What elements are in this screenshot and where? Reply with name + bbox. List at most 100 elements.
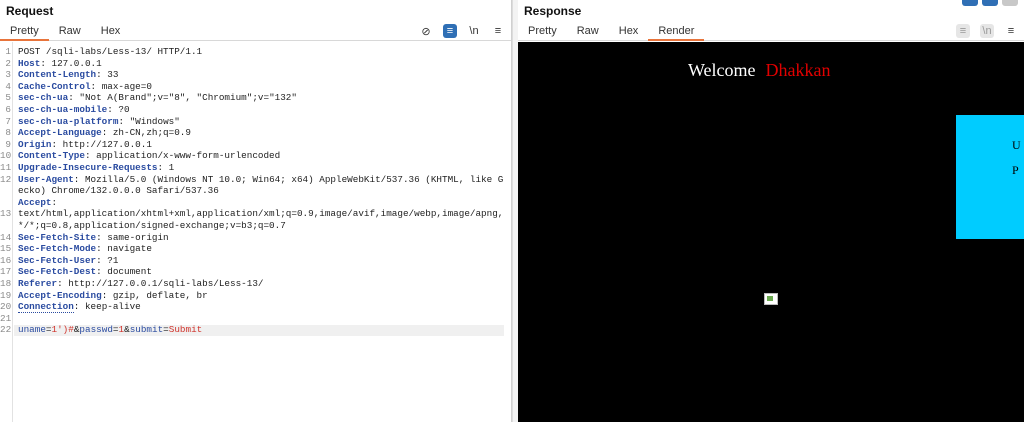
line-number: 1: [5, 46, 11, 57]
line-number: 8: [5, 127, 11, 139]
code-text: Sec-Fetch-User: ?1: [18, 255, 505, 267]
code-text: sec-ch-ua-mobile: ?0: [18, 104, 505, 116]
response-title: Response: [524, 4, 582, 18]
request-tabs: Pretty Raw Hex ⊘ ≡ \n ≡: [0, 22, 511, 41]
header-name: Accept: [18, 196, 52, 208]
newline-icon[interactable]: \n: [467, 24, 481, 38]
header-value: : navigate: [96, 243, 152, 255]
code-line: 19 Accept-Encoding: gzip, deflate, br: [0, 290, 511, 302]
request-editor[interactable]: 1 POST /sqli-labs/Less-13/ HTTP/1.1 2 Host:…: [0, 42, 511, 422]
line-number: 6: [5, 104, 11, 115]
panel-letter-p: P: [1012, 163, 1019, 177]
code-line: 9 Origin: http://127.0.0.1: [0, 139, 511, 151]
header-value: : max-age=0: [90, 80, 152, 92]
newline-icon[interactable]: \n: [980, 24, 994, 38]
header-value: : http://127.0.0.1/sqli-labs/Less-13/: [57, 278, 264, 289]
code-line: 3 Content-Length: 33: [0, 69, 511, 81]
line-number: 20: [0, 301, 12, 313]
header-name: Sec-Fetch-User: [18, 254, 97, 266]
tab-hex[interactable]: Hex: [91, 22, 131, 40]
header-value: : zh-CN,zh;q=0.9: [101, 127, 191, 139]
header-value: : "Windows": [118, 115, 180, 127]
header-name: Origin: [18, 138, 52, 150]
login-form-panel: U P: [956, 115, 1024, 239]
line-number: 16: [0, 254, 12, 266]
code-line: 13 Accept: text/html,application/xhtml+xm…: [0, 197, 511, 232]
line-number: 7: [5, 115, 11, 127]
code-line: 6 sec-ch-ua-mobile: ?0: [0, 104, 511, 116]
request-pane: Request Pretty Raw Hex ⊘ ≡ \n ≡ 1 POST /s…: [0, 0, 512, 422]
line-number: 5: [5, 92, 11, 104]
line-number: 4: [5, 80, 11, 92]
header-name: Host: [18, 57, 41, 69]
code-line: 18 Referer: http://127.0.0.1/sqli-labs/Le…: [0, 278, 511, 290]
header-name: Referer: [18, 278, 58, 289]
code-text: Content-Type: application/x-www-form-url…: [18, 150, 505, 162]
header-name: sec-ch-ua-mobile: [18, 104, 108, 115]
menu-icon[interactable]: ≡: [491, 24, 505, 38]
code-line: 7 sec-ch-ua-platform: "Windows": [0, 116, 511, 128]
code-text: Content-Length: 33: [18, 69, 505, 81]
header-name: Sec-Fetch-Site: [18, 231, 97, 243]
tab-raw[interactable]: Raw: [567, 22, 609, 40]
code-text: Host: 127.0.0.1: [18, 58, 505, 70]
code-line: 20 Connection: keep-alive: [0, 301, 511, 314]
code-line: 5 sec-ch-ua: "Not A(Brand";v="8", "Chromi…: [0, 92, 511, 104]
code-text: Accept: text/html,application/xhtml+xml,…: [18, 197, 505, 232]
header-value: : gzip, deflate, br: [101, 289, 208, 301]
header-value: : same-origin: [96, 231, 169, 243]
line-number: 21: [0, 312, 12, 324]
tab-raw[interactable]: Raw: [49, 22, 91, 40]
param-value: 1')#: [51, 324, 74, 336]
code-text: Upgrade-Insecure-Requests: 1: [18, 162, 505, 174]
line-number: 10: [0, 150, 12, 162]
broken-image-icon: [764, 293, 778, 305]
tab-pretty[interactable]: Pretty: [0, 22, 49, 41]
param-name: passwd: [79, 324, 113, 336]
menu-icon[interactable]: ≡: [1004, 24, 1018, 38]
code-line: 10 Content-Type: application/x-www-form-u…: [0, 150, 511, 162]
wrap-lines-icon[interactable]: ≡: [956, 24, 970, 38]
tab-render[interactable]: Render: [648, 22, 705, 41]
response-tabs: Pretty Raw Hex Render ≡ \n ≡: [518, 22, 1024, 41]
code-text: User-Agent: Mozilla/5.0 (Windows NT 10.0…: [18, 174, 505, 197]
welcome-text: Welcome: [688, 60, 756, 80]
code-line: 22 uname=1')#&passwd=1&submit=Submit: [0, 324, 511, 336]
code-text: Origin: http://127.0.0.1: [18, 139, 505, 151]
line-number: 14: [0, 231, 12, 243]
code-text: POST /sqli-labs/Less-13/ HTTP/1.1: [18, 46, 203, 57]
code-text: sec-ch-ua-platform: "Windows": [18, 116, 505, 128]
tab-pretty[interactable]: Pretty: [518, 22, 567, 40]
code-line: 8 Accept-Language: zh-CN,zh;q=0.9: [0, 127, 511, 139]
code-text: Connection: keep-alive: [18, 301, 505, 314]
code-text: uname=1')#&passwd=1&submit=Submit: [18, 324, 203, 336]
header-name: User-Agent: [18, 173, 74, 185]
header-name: Cache-Control: [18, 80, 91, 92]
code-line: 16 Sec-Fetch-User: ?1: [0, 255, 511, 267]
header-value: : keep-alive: [73, 301, 141, 313]
code-text: Sec-Fetch-Site: same-origin: [18, 232, 505, 244]
param-name: uname: [18, 324, 46, 336]
code-line: 21: [0, 313, 511, 325]
header-value: : 127.0.0.1: [40, 57, 102, 69]
header-name: sec-ch-ua-platform: [18, 115, 119, 127]
line-number: 19: [0, 289, 12, 301]
wrap-lines-icon[interactable]: ≡: [443, 24, 457, 38]
request-toolbar: ⊘ ≡ \n ≡: [419, 24, 505, 38]
header-value: : document: [96, 266, 152, 278]
code-text: Referer: http://127.0.0.1/sqli-labs/Less…: [18, 278, 505, 290]
line-number: 13: [0, 208, 12, 220]
code-line: 17 Sec-Fetch-Dest: document: [0, 266, 511, 278]
header-name: sec-ch-ua: [18, 92, 69, 104]
code-line: 12 User-Agent: Mozilla/5.0 (Windows NT 10…: [0, 174, 511, 197]
header-value: : 33: [96, 69, 119, 81]
line-number: 3: [5, 69, 11, 81]
line-number: 18: [0, 278, 12, 289]
header-name: Content-Type: [18, 150, 85, 162]
eye-off-icon[interactable]: ⊘: [419, 24, 433, 38]
panel-letter-u: U: [1012, 138, 1021, 152]
code-text: Cache-Control: max-age=0: [18, 81, 505, 93]
welcome-heading: Welcome Dhakkan: [688, 60, 831, 81]
header-value: : 1: [157, 162, 175, 173]
tab-hex[interactable]: Hex: [609, 22, 649, 40]
